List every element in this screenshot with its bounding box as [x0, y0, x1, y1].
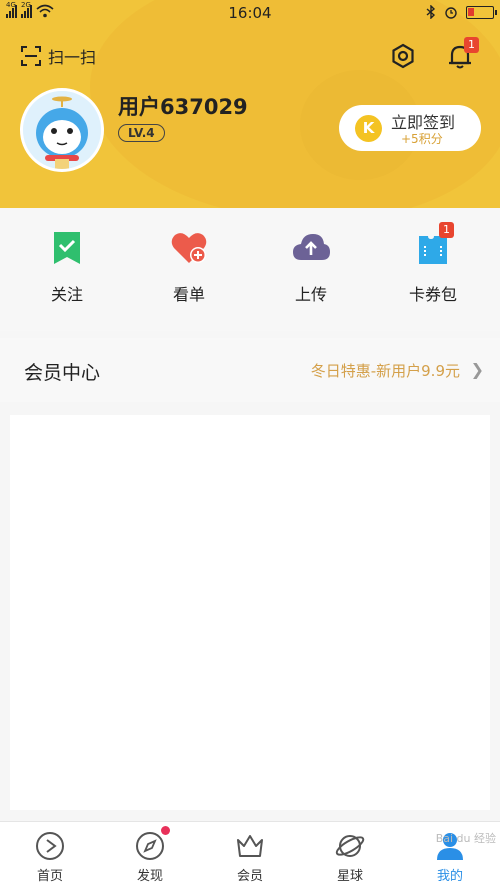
tab-home-label: 首页: [36, 869, 63, 884]
scan-icon: [21, 46, 41, 66]
system-indicators: [426, 5, 497, 19]
action-upload-label: 上传: [294, 285, 327, 304]
crown-icon: [234, 830, 266, 862]
coupon-icon: 1: [413, 222, 454, 268]
content-area: [10, 415, 490, 810]
level-badge[interactable]: LV.4: [118, 124, 165, 142]
scan-button[interactable]: 扫一扫: [20, 44, 96, 68]
tab-vip-label: 会员: [236, 869, 263, 884]
tab-discover-label: 发现: [136, 869, 163, 884]
tab-discover[interactable]: 发现: [100, 826, 200, 884]
avatar-robot-icon: [23, 91, 101, 169]
battery-icon: [466, 5, 497, 19]
profile-header: 4G 2G 16:04 扫一扫 1 用户637029 LV.4 K 立即签到 +…: [0, 0, 500, 208]
tab-bar: 首页 发现 会员 星球 我的: [0, 821, 500, 889]
action-coupons-label: 卡券包: [408, 285, 457, 304]
action-coupons[interactable]: 1 卡券包: [388, 222, 478, 305]
checkin-button[interactable]: K 立即签到 +5积分: [339, 105, 481, 151]
tab-planet[interactable]: 星球: [300, 830, 400, 884]
alarm-icon: [445, 7, 457, 19]
coupon-badge: 1: [439, 222, 454, 238]
action-watchlist-label: 看单: [172, 285, 205, 304]
quick-actions: 关注 看单 上传 1 卡券包: [0, 208, 500, 331]
tab-vip[interactable]: 会员: [200, 830, 300, 884]
coin-icon: K: [355, 115, 382, 142]
clock: 16:04: [228, 4, 272, 22]
tab-mine-label: 我的: [436, 869, 463, 884]
planet-icon: [334, 830, 366, 862]
home-play-icon: [34, 830, 66, 862]
tab-planet-label: 星球: [336, 869, 363, 884]
discover-dot: [161, 826, 170, 835]
compass-icon: [134, 826, 170, 862]
upload-icon: [291, 228, 331, 268]
scan-label: 扫一扫: [48, 48, 97, 67]
action-follow-label: 关注: [50, 285, 83, 304]
tab-home[interactable]: 首页: [0, 830, 100, 884]
checkin-reward: +5积分: [401, 132, 443, 146]
follow-icon: [47, 228, 87, 268]
username: 用户637029: [118, 95, 248, 119]
chevron-right-icon: ❯: [470, 360, 484, 379]
notification-button[interactable]: 1: [446, 37, 479, 70]
bluetooth-icon: [426, 5, 436, 19]
status-bar: 4G 2G 16:04: [0, 0, 500, 26]
watermark: Bai du 经验: [435, 832, 496, 845]
action-watchlist[interactable]: 看单: [144, 228, 234, 305]
vip-title: 会员中心: [24, 362, 101, 384]
notification-badge: 1: [464, 37, 479, 53]
vip-center-row[interactable]: 会员中心 冬日特惠-新用户9.9元 ❯: [0, 338, 500, 402]
settings-icon[interactable]: [389, 42, 417, 70]
avatar[interactable]: [20, 88, 104, 172]
watchlist-icon: [169, 228, 209, 268]
vip-promo[interactable]: 冬日特惠-新用户9.9元: [311, 360, 460, 381]
action-follow[interactable]: 关注: [22, 228, 112, 305]
action-upload[interactable]: 上传: [266, 228, 356, 305]
